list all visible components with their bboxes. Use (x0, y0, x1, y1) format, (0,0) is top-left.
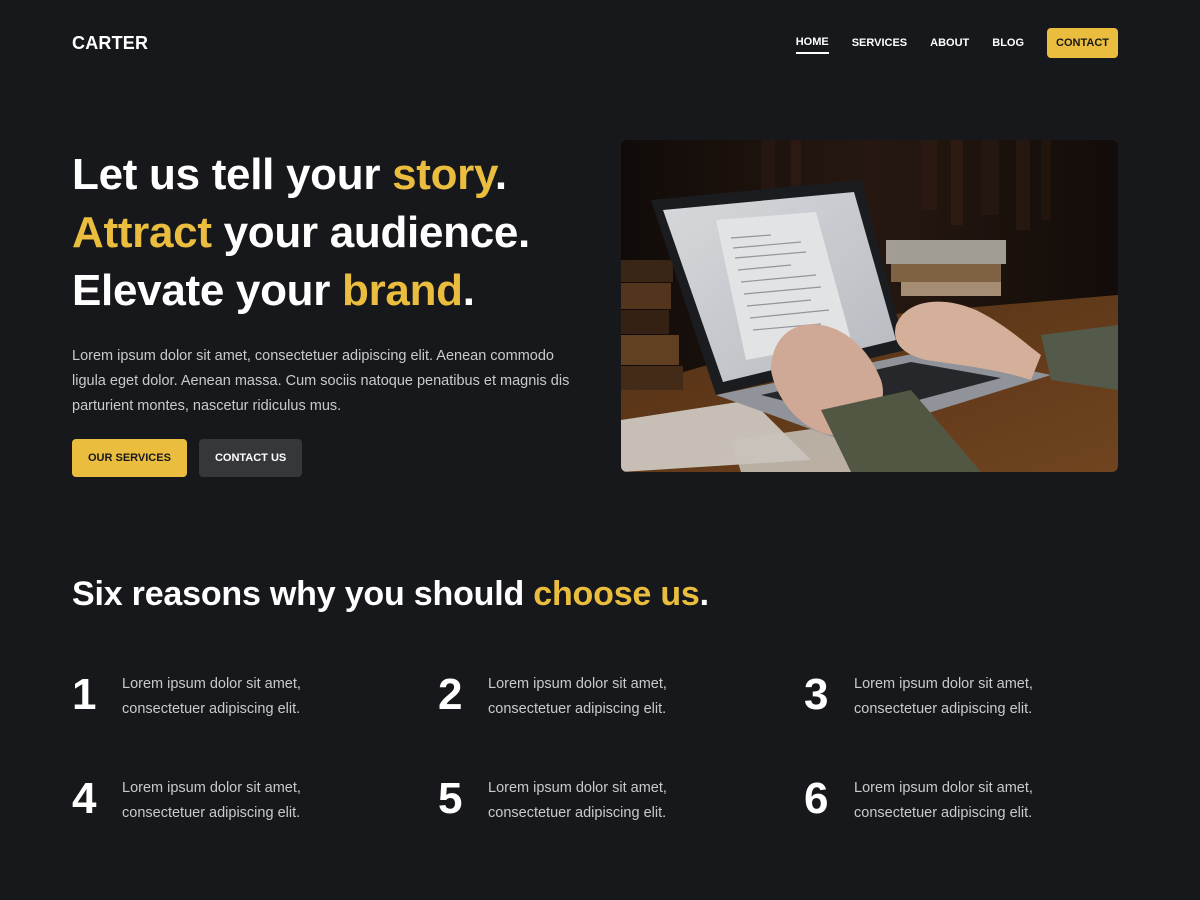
reasons-title-end: . (699, 575, 709, 613)
main-nav: HOME SERVICES ABOUT BLOG CONTACT (795, 28, 1118, 58)
hero-line-2-text: your audience. (211, 208, 531, 257)
hero-accent-story: story (392, 150, 495, 199)
logo[interactable]: CARTER (72, 33, 148, 54)
reasons-title-text: Six reasons why you should (72, 575, 534, 613)
hero-accent-brand: brand (342, 266, 463, 315)
nav-about[interactable]: ABOUT (930, 37, 969, 53)
hero-line-1: Let us tell your story. (72, 146, 592, 204)
reason-text: Lorem ipsum dolor sit amet, consectetuer… (488, 676, 667, 717)
reason-number: 1 (72, 670, 97, 719)
hero-buttons: OUR SERVICES CONTACT US (72, 439, 592, 477)
reason-item: 1 Lorem ipsum dolor sit amet, consectetu… (72, 670, 438, 722)
reason-text: Lorem ipsum dolor sit amet, consectetuer… (122, 780, 301, 821)
hero-line-1-end: . (494, 150, 507, 199)
reasons-title: Six reasons why you should choose us. (72, 575, 709, 614)
contact-button[interactable]: CONTACT (1047, 28, 1118, 58)
nav-blog[interactable]: BLOG (992, 37, 1024, 53)
reason-number: 4 (72, 774, 97, 823)
hero-line-3-end: . (462, 266, 475, 315)
laptop-photo-illustration (621, 140, 1118, 472)
hero-title: Let us tell your story. Attract your aud… (72, 146, 592, 320)
reason-number: 6 (804, 774, 829, 823)
hero-line-1-text: Let us tell your (72, 150, 393, 199)
hero-line-3: Elevate your brand. (72, 262, 592, 320)
our-services-button[interactable]: OUR SERVICES (72, 439, 187, 477)
reason-text: Lorem ipsum dolor sit amet, consectetuer… (488, 780, 667, 821)
reason-item: 2 Lorem ipsum dolor sit amet, consectetu… (438, 670, 804, 722)
contact-us-button[interactable]: CONTACT US (198, 439, 303, 477)
reason-item: 5 Lorem ipsum dolor sit amet, consectetu… (438, 774, 804, 826)
hero-line-3-text: Elevate your (72, 266, 343, 315)
reason-number: 2 (438, 670, 463, 719)
page: CARTER HOME SERVICES ABOUT BLOG CONTACT … (0, 0, 1200, 900)
hero-line-2: Attract your audience. (72, 204, 592, 262)
reason-item: 3 Lorem ipsum dolor sit amet, consectetu… (804, 670, 1132, 722)
hero: Let us tell your story. Attract your aud… (72, 146, 592, 477)
reason-item: 4 Lorem ipsum dolor sit amet, consectetu… (72, 774, 438, 826)
reason-text: Lorem ipsum dolor sit amet, consectetuer… (854, 780, 1033, 821)
reason-item: 6 Lorem ipsum dolor sit amet, consectetu… (804, 774, 1132, 826)
reason-number: 5 (438, 774, 463, 823)
reason-number: 3 (804, 670, 829, 719)
reason-text: Lorem ipsum dolor sit amet, consectetuer… (122, 676, 301, 717)
hero-photo-laptop (621, 140, 1118, 472)
site-header: CARTER HOME SERVICES ABOUT BLOG CONTACT (72, 28, 1118, 58)
reasons-title-accent: choose us (533, 575, 700, 613)
hero-accent-attract: Attract (72, 208, 212, 257)
nav-home[interactable]: HOME (795, 36, 829, 54)
reasons-grid: 1 Lorem ipsum dolor sit amet, consectetu… (72, 670, 1132, 826)
reason-text: Lorem ipsum dolor sit amet, consectetuer… (854, 676, 1033, 717)
nav-services[interactable]: SERVICES (852, 37, 907, 53)
hero-description: Lorem ipsum dolor sit amet, consectetuer… (72, 348, 570, 414)
